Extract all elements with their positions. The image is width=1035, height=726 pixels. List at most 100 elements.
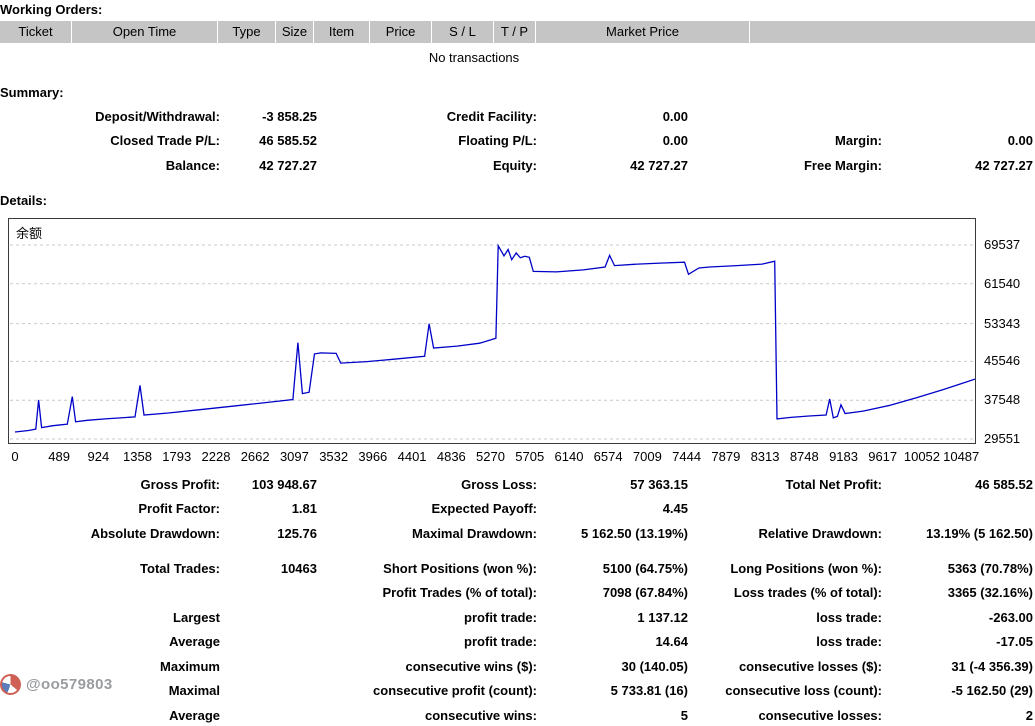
- y-axis-label: 29551: [984, 431, 1020, 446]
- stat-label: Total Net Profit:: [688, 477, 882, 492]
- stat-label: Floating P/L:: [317, 133, 537, 148]
- stat-label: profit trade:: [317, 634, 537, 649]
- y-axis-label: 61540: [984, 276, 1020, 291]
- stat-value: 5100 (64.75%): [537, 561, 688, 576]
- watermark: @oo579803: [0, 674, 113, 695]
- stat-row: Profit Trades (% of total):7098 (67.84%)…: [0, 581, 1035, 606]
- working-orders-title: Working Orders:: [0, 2, 102, 17]
- stat-label: Long Positions (won %):: [688, 561, 882, 576]
- stat-value: 5: [537, 708, 688, 723]
- stat-value: -17.05: [882, 634, 1033, 649]
- stat-label: Maximal Drawdown:: [317, 526, 537, 541]
- stat-row: Deposit/Withdrawal:-3 858.25Credit Facil…: [0, 104, 1035, 129]
- stat-value: 14.64: [537, 634, 688, 649]
- stat-value: 0.00: [537, 109, 688, 124]
- stat-label: Relative Drawdown:: [688, 526, 882, 541]
- stat-value: 1.81: [220, 501, 317, 516]
- stat-label: Loss trades (% of total):: [688, 585, 882, 600]
- stat-label: Gross Profit:: [0, 477, 220, 492]
- stat-value: 30 (140.05): [537, 659, 688, 674]
- stat-label: Credit Facility:: [317, 109, 537, 124]
- stat-row: Maximalconsecutive profit (count):5 733.…: [0, 679, 1035, 704]
- orders-column-header: Size: [276, 21, 314, 43]
- stat-label: loss trade:: [688, 610, 882, 625]
- stat-label: Closed Trade P/L:: [0, 133, 220, 148]
- balance-chart: 余额 6953761540533434554637548295510489924…: [0, 218, 1035, 470]
- stat-label: consecutive losses ($):: [688, 659, 882, 674]
- stat-row: Gross Profit:103 948.67Gross Loss:57 363…: [0, 472, 1035, 497]
- stat-value: 42 727.27: [882, 158, 1033, 173]
- orders-column-header: Ticket: [0, 21, 72, 43]
- stat-label: Gross Loss:: [317, 477, 537, 492]
- orders-column-header: Price: [370, 21, 432, 43]
- stat-label: Expected Payoff:: [317, 501, 537, 516]
- stat-label: Balance:: [0, 158, 220, 173]
- stat-value: 46 585.52: [220, 133, 317, 148]
- stat-row: Largest profit trade:1 137.12loss trade:-…: [0, 605, 1035, 630]
- stat-value: 1 137.12: [537, 610, 688, 625]
- stat-row: Absolute Drawdown:125.76Maximal Drawdown…: [0, 521, 1035, 546]
- x-axis-label: 10487: [936, 449, 986, 464]
- orders-column-header: Type: [218, 21, 276, 43]
- summary-title: Summary:: [0, 85, 64, 100]
- y-axis-label: 37548: [984, 392, 1020, 407]
- stat-value: 0.00: [882, 133, 1033, 148]
- stat-value: 5363 (70.78%): [882, 561, 1033, 576]
- orders-column-header: Open Time: [72, 21, 218, 43]
- stat-row: Maximum consecutive wins ($):30 (140.05)c…: [0, 654, 1035, 679]
- orders-column-header: T / P: [494, 21, 536, 43]
- stat-label: Total Trades:: [0, 561, 220, 576]
- stat-row: Average consecutive wins:5consecutive los…: [0, 703, 1035, 726]
- no-transactions-message: No transactions: [0, 50, 948, 65]
- stat-value: 103 948.67: [220, 477, 317, 492]
- stat-label: consecutive wins ($):: [317, 659, 537, 674]
- stat-value: -263.00: [882, 610, 1033, 625]
- stat-label: Profit Trades (% of total):: [317, 585, 537, 600]
- stat-row: Averageprofit trade:14.64loss trade:-17.…: [0, 630, 1035, 655]
- orders-header-row: TicketOpen TimeTypeSizeItemPriceS / LT /…: [0, 21, 1035, 43]
- stat-label: Average: [0, 708, 220, 723]
- watermark-text: @oo579803: [26, 676, 113, 693]
- stat-label: Maximum: [0, 659, 220, 674]
- orders-column-header: [750, 21, 1035, 43]
- stat-value: 31 (-4 356.39): [882, 659, 1033, 674]
- stat-value: -3 858.25: [220, 109, 317, 124]
- stat-value: 42 727.27: [220, 158, 317, 173]
- stat-value: -5 162.50 (29): [882, 683, 1033, 698]
- stat-label: Equity:: [317, 158, 537, 173]
- stat-label: consecutive losses:: [688, 708, 882, 723]
- stat-value: 57 363.15: [537, 477, 688, 492]
- y-axis-label: 53343: [984, 316, 1020, 331]
- stat-label: consecutive loss (count):: [688, 683, 882, 698]
- balance-line: [15, 246, 975, 432]
- stats-group-1: Gross Profit:103 948.67Gross Loss:57 363…: [0, 472, 1035, 546]
- stat-value: 13.19% (5 162.50): [882, 526, 1033, 541]
- account-statement: Working Orders: TicketOpen TimeTypeSizeI…: [0, 0, 1035, 726]
- stat-row: Profit Factor:1.81Expected Payoff:4.45: [0, 497, 1035, 522]
- chart-title: 余额: [16, 223, 42, 242]
- stat-value: 2: [882, 708, 1033, 723]
- stat-label: Profit Factor:: [0, 501, 220, 516]
- stat-label: Average: [0, 634, 220, 649]
- stat-label: Margin:: [688, 133, 882, 148]
- orders-column-header: S / L: [432, 21, 494, 43]
- stat-label: Deposit/Withdrawal:: [0, 109, 220, 124]
- stats-group-2: Total Trades:10463Short Positions (won %…: [0, 556, 1035, 726]
- stat-label: profit trade:: [317, 610, 537, 625]
- stat-row: Balance:42 727.27Equity:42 727.27Free Ma…: [0, 153, 1035, 178]
- stat-value: 0.00: [537, 133, 688, 148]
- stat-value: 4.45: [537, 501, 688, 516]
- y-axis-label: 45546: [984, 353, 1020, 368]
- stat-value: 5 162.50 (13.19%): [537, 526, 688, 541]
- stat-label: Largest: [0, 610, 220, 625]
- summary-rows: Deposit/Withdrawal:-3 858.25Credit Facil…: [0, 104, 1035, 178]
- watermark-logo-icon: [0, 674, 21, 695]
- stat-label: consecutive profit (count):: [317, 683, 537, 698]
- stat-value: 10463: [220, 561, 317, 576]
- stat-label: consecutive wins:: [317, 708, 537, 723]
- stat-value: 125.76: [220, 526, 317, 541]
- stat-value: 7098 (67.84%): [537, 585, 688, 600]
- orders-column-header: Market Price: [536, 21, 750, 43]
- stat-label: Short Positions (won %):: [317, 561, 537, 576]
- stat-value: 42 727.27: [537, 158, 688, 173]
